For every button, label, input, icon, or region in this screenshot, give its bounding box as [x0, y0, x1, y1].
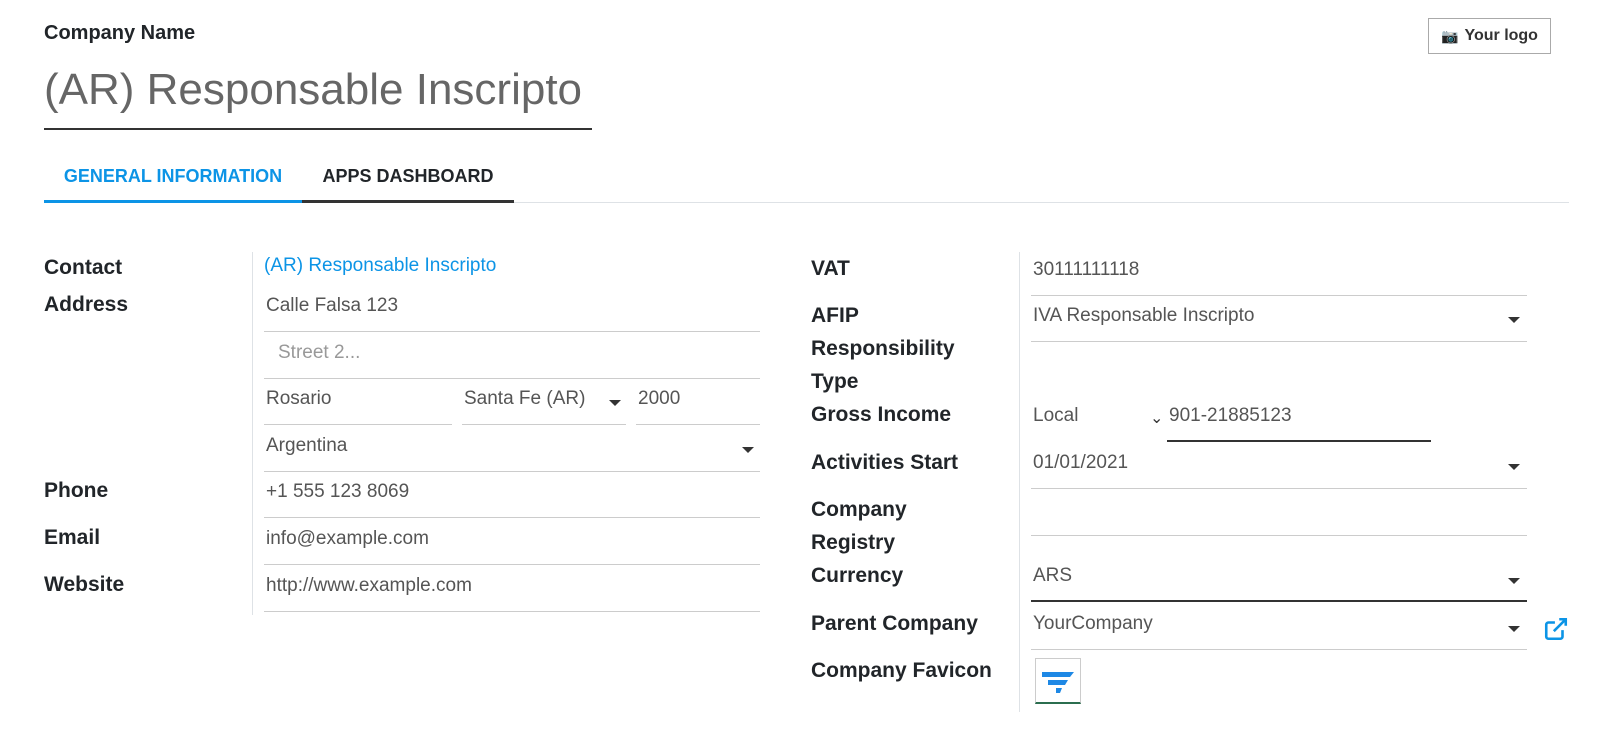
tab-general-information[interactable]: GENERAL INFORMATION: [44, 152, 302, 203]
activities-start-caret-icon: [1508, 464, 1520, 470]
currency-label: Currency: [811, 564, 904, 587]
parent-company-value: YourCompany: [1033, 613, 1153, 634]
company-favicon-image[interactable]: [1035, 658, 1081, 704]
phone-field[interactable]: +1 555 123 8069: [264, 472, 760, 518]
email-label: Email: [44, 526, 101, 549]
website-field[interactable]: http://www.example.com: [264, 566, 760, 612]
activities-start-field[interactable]: 01/01/2021: [1031, 443, 1527, 489]
parent-company-label: Parent Company: [811, 612, 978, 635]
currency-caret-icon: [1508, 578, 1520, 584]
company-registry-label-line1: Company: [811, 498, 907, 521]
afip-caret-icon: [1508, 317, 1520, 323]
favicon-logo-icon: [1042, 671, 1074, 693]
camera-icon: 📷: [1441, 27, 1459, 44]
afip-type-value: IVA Responsable Inscripto: [1033, 305, 1255, 326]
right-column-divider: [1019, 252, 1020, 712]
city-field[interactable]: Rosario: [264, 379, 452, 425]
company-name-input[interactable]: (AR) Responsable Inscripto: [44, 60, 592, 130]
company-registry-field[interactable]: [1031, 490, 1527, 536]
afip-type-select[interactable]: IVA Responsable Inscripto: [1031, 296, 1527, 342]
email-field[interactable]: info@example.com: [264, 519, 760, 565]
notebook-tabs: GENERAL INFORMATION APPS DASHBOARD: [44, 152, 1569, 203]
afip-label-line3: Type: [811, 370, 859, 393]
street2-field[interactable]: Street 2...: [264, 333, 760, 379]
zip-field[interactable]: 2000: [636, 379, 760, 425]
afip-label-line2: Responsibility: [811, 337, 955, 360]
company-favicon-label: Company Favicon: [811, 659, 992, 682]
street-field[interactable]: Calle Falsa 123: [264, 286, 760, 332]
activities-start-label: Activities Start: [811, 451, 959, 474]
external-link-icon[interactable]: [1543, 616, 1569, 642]
state-caret-icon: [609, 400, 621, 406]
vat-label: VAT: [811, 257, 850, 280]
phone-label: Phone: [44, 479, 109, 502]
contact-link[interactable]: (AR) Responsable Inscripto: [264, 255, 496, 277]
currency-select[interactable]: ARS: [1031, 556, 1527, 602]
gross-income-type-value: Local: [1033, 405, 1079, 426]
left-column-divider: [252, 252, 253, 615]
chevron-down-icon: ⌄: [1150, 410, 1164, 427]
parent-company-select[interactable]: YourCompany: [1031, 604, 1527, 650]
tab-apps-dashboard[interactable]: APPS DASHBOARD: [302, 152, 514, 203]
gross-income-type-select[interactable]: Local: [1031, 396, 1167, 442]
country-caret-icon: [742, 447, 754, 453]
contact-label: Contact: [44, 256, 123, 279]
address-label: Address: [44, 293, 129, 316]
vat-field[interactable]: 30111111118: [1031, 250, 1527, 296]
company-name-label: Company Name: [44, 22, 196, 44]
country-select[interactable]: Argentina: [264, 426, 760, 472]
country-value: Argentina: [266, 435, 348, 456]
state-select[interactable]: Santa Fe (AR): [462, 379, 626, 425]
gross-income-label: Gross Income: [811, 403, 952, 426]
gross-income-number-field[interactable]: 901-21885123: [1167, 396, 1431, 442]
state-value: Santa Fe (AR): [464, 388, 586, 409]
activities-start-value: 01/01/2021: [1033, 452, 1129, 473]
parent-company-caret-icon: [1508, 626, 1520, 632]
website-label: Website: [44, 573, 125, 596]
company-registry-label-line2: Registry: [811, 531, 896, 554]
currency-value: ARS: [1033, 565, 1073, 586]
logo-button-label: Your logo: [1464, 27, 1538, 44]
upload-logo-button[interactable]: 📷 Your logo: [1428, 18, 1551, 54]
afip-label-line1: AFIP: [811, 304, 859, 327]
